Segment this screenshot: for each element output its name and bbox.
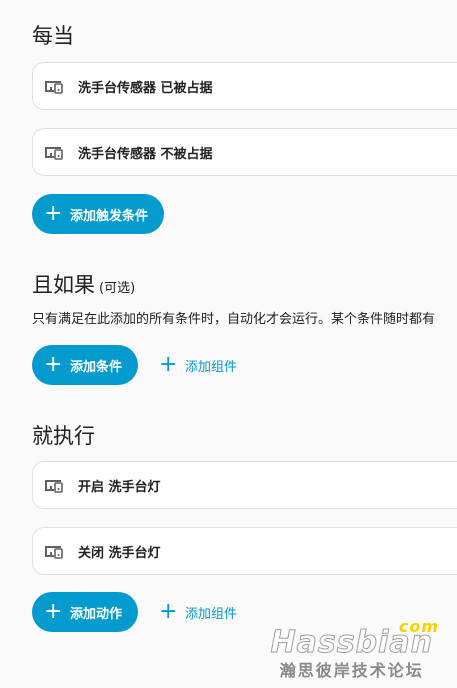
trigger-label: 洗手台传感器 已被占据	[78, 80, 213, 96]
plus-icon: +	[44, 201, 63, 226]
device-icon	[42, 541, 66, 561]
add-condition-label: 添加条件	[70, 359, 123, 375]
plus-icon: +	[159, 352, 178, 377]
watermark-subtitle: 瀚思彼岸技术论坛	[279, 661, 424, 680]
add-trigger-label: 添加触发条件	[70, 208, 149, 224]
trigger-card[interactable]: 洗手台传感器 已被占据	[32, 62, 457, 110]
add-action-label: 添加动作	[70, 606, 123, 622]
plus-icon: +	[44, 352, 63, 377]
add-condition-button[interactable]: + 添加条件	[32, 345, 139, 385]
trigger-card[interactable]: 洗手台传感器 不被占据	[32, 128, 457, 176]
watermark-brand: Hassbian com	[270, 617, 438, 660]
conditions-description: 只有满足在此添加的所有条件时，自动化才会运行。某个条件随时都有	[32, 312, 436, 327]
action-card[interactable]: 开启 洗手台灯	[32, 461, 457, 509]
watermark: Hassbian com 瀚思彼岸技术论坛	[270, 617, 438, 682]
action-label: 开启 洗手台灯	[78, 479, 161, 495]
section-title-when: 每当	[32, 24, 74, 48]
device-icon	[42, 142, 66, 162]
optional-tag: (可选)	[99, 281, 136, 296]
and-if-title: 且如果	[32, 273, 95, 297]
action-card[interactable]: 关闭 洗手台灯	[32, 527, 457, 575]
plus-icon: +	[159, 599, 178, 624]
device-icon	[42, 76, 66, 96]
watermark-com: com	[398, 617, 439, 636]
section-title-then-do: 就执行	[32, 424, 95, 448]
plus-icon: +	[44, 599, 63, 624]
action-label: 关闭 洗手台灯	[78, 545, 161, 561]
add-block-label: 添加组件	[185, 606, 238, 622]
trigger-label: 洗手台传感器 不被占据	[78, 146, 213, 162]
add-trigger-button[interactable]: + 添加触发条件	[32, 194, 165, 234]
add-condition-block-button[interactable]: + 添加组件	[159, 345, 237, 385]
device-icon	[42, 475, 66, 495]
add-action-button[interactable]: + 添加动作	[32, 592, 139, 632]
add-block-label: 添加组件	[185, 359, 238, 375]
add-action-block-button[interactable]: + 添加组件	[159, 592, 237, 632]
section-title-and-if: 且如果 (可选)	[32, 271, 135, 303]
